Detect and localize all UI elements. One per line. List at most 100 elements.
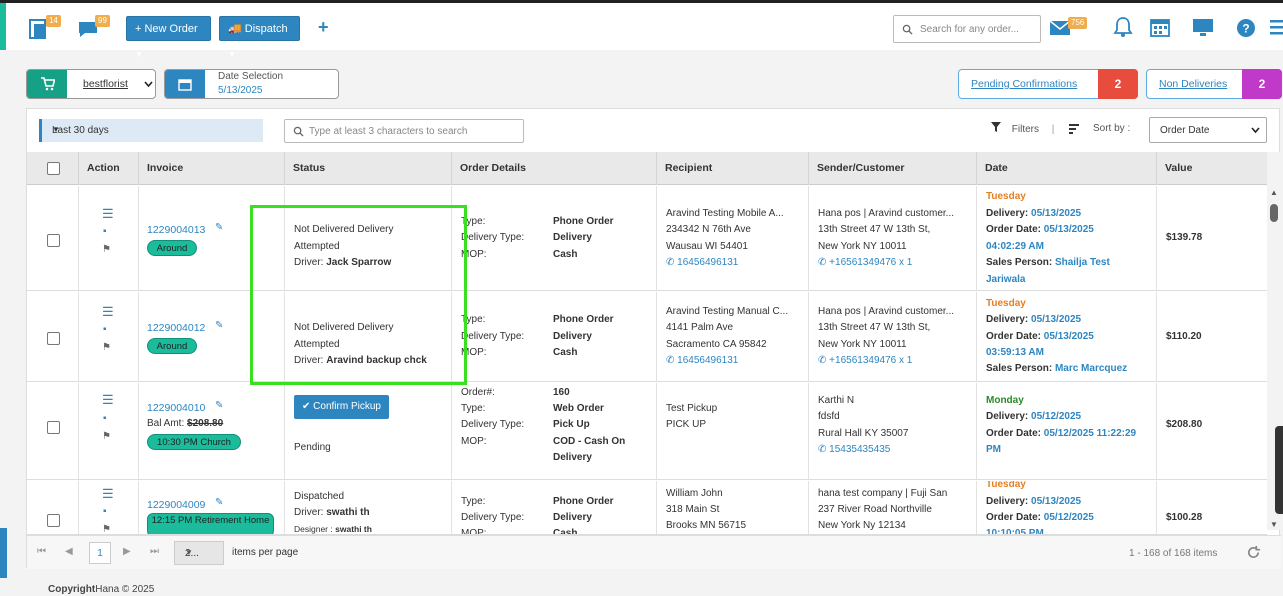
note-icon[interactable]: ▪ xyxy=(103,411,107,427)
recipient-name: William John xyxy=(666,488,723,499)
list-icon[interactable]: ☰ xyxy=(102,392,114,408)
add-icon[interactable]: + xyxy=(318,17,329,38)
invoice-link[interactable]: 1229004009 xyxy=(147,497,205,513)
detail-value: 160 xyxy=(553,387,570,398)
row-checkbox[interactable] xyxy=(47,514,60,527)
list-icon[interactable]: ☰ xyxy=(102,206,114,222)
filters-button[interactable]: Filters | xyxy=(991,122,1054,135)
row-checkbox[interactable] xyxy=(47,421,60,434)
flag-icon[interactable]: ⚑ xyxy=(102,242,111,258)
select-all-checkbox[interactable] xyxy=(47,162,60,175)
bell-icon[interactable] xyxy=(1113,16,1139,42)
date-range-dropdown[interactable]: Last 30 days ▼ xyxy=(39,119,263,142)
flag-icon[interactable]: ⚑ xyxy=(102,340,111,356)
balance-amount: $208.80 xyxy=(187,418,224,429)
row-checkbox[interactable] xyxy=(47,234,60,247)
recipient-name: Aravind Testing Mobile A... xyxy=(666,208,784,219)
recipient-city: Sacramento CA 95842 xyxy=(666,339,767,350)
footer: CopyrightHana © 2025 xyxy=(48,584,154,595)
col-action: Action xyxy=(78,152,145,185)
recipient-address: 4141 Palm Ave xyxy=(666,322,734,333)
recipient-phone[interactable]: 16456496131 xyxy=(677,257,738,268)
col-status[interactable]: Status xyxy=(284,152,452,185)
scroll-up-icon[interactable]: ▲ xyxy=(1270,188,1278,197)
note-icon[interactable]: ▪ xyxy=(103,224,107,240)
scrollbar-thumb[interactable] xyxy=(1270,204,1278,222)
menu-icon[interactable] xyxy=(1268,17,1283,43)
next-page-icon[interactable]: ▶ xyxy=(123,546,131,557)
mail-badge: 756 xyxy=(1068,17,1088,29)
date-selection[interactable]: Date Selection 5/13/2025 xyxy=(164,69,339,99)
invoice-link[interactable]: 1229004010 xyxy=(147,400,205,416)
list-icon[interactable]: ☰ xyxy=(102,304,114,320)
recipient-cell: Test Pickup PICK UP xyxy=(656,383,808,479)
confirm-pickup-label: Confirm Pickup xyxy=(313,401,381,412)
pending-confirmations-link[interactable]: Pending Confirmations 2 xyxy=(958,69,1138,99)
sidebar-tab[interactable] xyxy=(0,528,7,578)
edit-icon[interactable]: ✎ xyxy=(215,318,223,334)
sales-person-label: Sales Person: xyxy=(986,257,1053,268)
refresh-icon[interactable] xyxy=(1246,545,1261,560)
order-search-box[interactable]: Search for any order... xyxy=(893,15,1041,43)
table-row[interactable]: ☰ ▪ ⚑ 1229004010 ✎ Bal Amt: $208.80 10:3… xyxy=(27,383,1267,480)
caret-down-icon: ▼ xyxy=(135,50,143,59)
delivery-date: 05/12/2025 xyxy=(1031,411,1082,422)
col-value[interactable]: Value xyxy=(1156,152,1267,185)
delivery-label: Delivery: xyxy=(986,208,1029,219)
sender-phone[interactable]: 15435435435 xyxy=(829,444,890,455)
first-page-icon[interactable]: ⏮ xyxy=(37,546,46,557)
flag-icon[interactable]: ⚑ xyxy=(102,522,111,534)
list-icon[interactable]: ☰ xyxy=(102,486,114,502)
sender-phone[interactable]: +16561349476 x 1 xyxy=(829,257,912,268)
orders-search-input[interactable]: Type at least 3 characters to search xyxy=(284,119,524,143)
col-recipient[interactable]: Recipient xyxy=(656,152,809,185)
invoice-link[interactable]: 1229004012 xyxy=(147,320,205,336)
col-date[interactable]: Date xyxy=(976,152,1156,185)
flag-icon[interactable]: ⚑ xyxy=(102,429,111,445)
non-deliveries-link[interactable]: Non Deliveries 2 xyxy=(1146,69,1282,99)
col-invoice[interactable]: Invoice xyxy=(138,152,285,185)
sender-address: 237 River Road Northville xyxy=(818,504,932,515)
recipient-phone[interactable]: 16456496131 xyxy=(677,355,738,366)
detail-key: Delivery Type: xyxy=(461,512,525,523)
table-row[interactable]: ☰ ▪ ⚑ 1229004013 ✎ Around Not Delivered … xyxy=(27,186,1267,291)
dispatch-button[interactable]: 🚚 Dispatch ▼ xyxy=(219,16,300,59)
day-label: Tuesday xyxy=(986,191,1026,202)
prev-page-icon[interactable]: ◀ xyxy=(65,546,73,557)
sender-phone[interactable]: +16561349476 x 1 xyxy=(829,355,912,366)
scroll-down-icon[interactable]: ▼ xyxy=(1270,520,1278,529)
confirm-pickup-button[interactable]: ✔ Confirm Pickup xyxy=(294,395,389,419)
detail-value: Phone Order xyxy=(553,496,614,507)
col-order-details[interactable]: Order Details xyxy=(451,152,656,185)
search-icon xyxy=(293,126,304,137)
detail-key: Delivery Type: xyxy=(461,232,525,243)
last-page-icon[interactable]: ⏭ xyxy=(150,546,159,557)
table-row[interactable]: ☰ ▪ ⚑ 1229004009 ✎ 12:15 PM Retirement H… xyxy=(27,481,1267,535)
edit-icon[interactable]: ✎ xyxy=(215,398,223,414)
monitor-icon[interactable] xyxy=(1192,18,1218,44)
side-feedback-tab[interactable] xyxy=(1275,426,1283,514)
designer-label: Designer : xyxy=(294,524,333,534)
sender-cell: Karthi N fdsfd Rural Hall KY 35007 ✆ 154… xyxy=(808,383,977,479)
items-per-page-select[interactable]: 2... ▼ xyxy=(174,541,224,565)
invoice-link[interactable]: 1229004013 xyxy=(147,222,205,238)
col-sender[interactable]: Sender/Customer xyxy=(808,152,977,185)
note-icon[interactable]: ▪ xyxy=(103,322,107,338)
edit-icon[interactable]: ✎ xyxy=(215,220,223,236)
calendar-icon[interactable] xyxy=(1150,17,1176,43)
edit-icon[interactable]: ✎ xyxy=(215,495,223,511)
delivery-date: 05/13/2025 xyxy=(1031,496,1082,507)
help-icon[interactable]: ? xyxy=(1236,18,1262,44)
new-order-button[interactable]: + New Order ▼ xyxy=(126,16,211,59)
order-date: 05/12/2025 xyxy=(1043,512,1094,523)
store-selector[interactable]: bestflorist xyxy=(26,69,156,99)
note-icon[interactable]: ▪ xyxy=(103,504,107,520)
sort-by-label: Sort by : xyxy=(1093,123,1131,134)
search-icon xyxy=(902,24,913,35)
row-checkbox[interactable] xyxy=(47,332,60,345)
sort-dropdown[interactable]: Order Date xyxy=(1149,117,1267,143)
status-line: Dispatched xyxy=(294,491,345,502)
table-row[interactable]: ☰ ▪ ⚑ 1229004012 ✎ Around Not Delivered … xyxy=(27,292,1267,382)
order-date-label: Order Date: xyxy=(986,512,1042,523)
current-page[interactable]: 1 xyxy=(89,542,111,564)
